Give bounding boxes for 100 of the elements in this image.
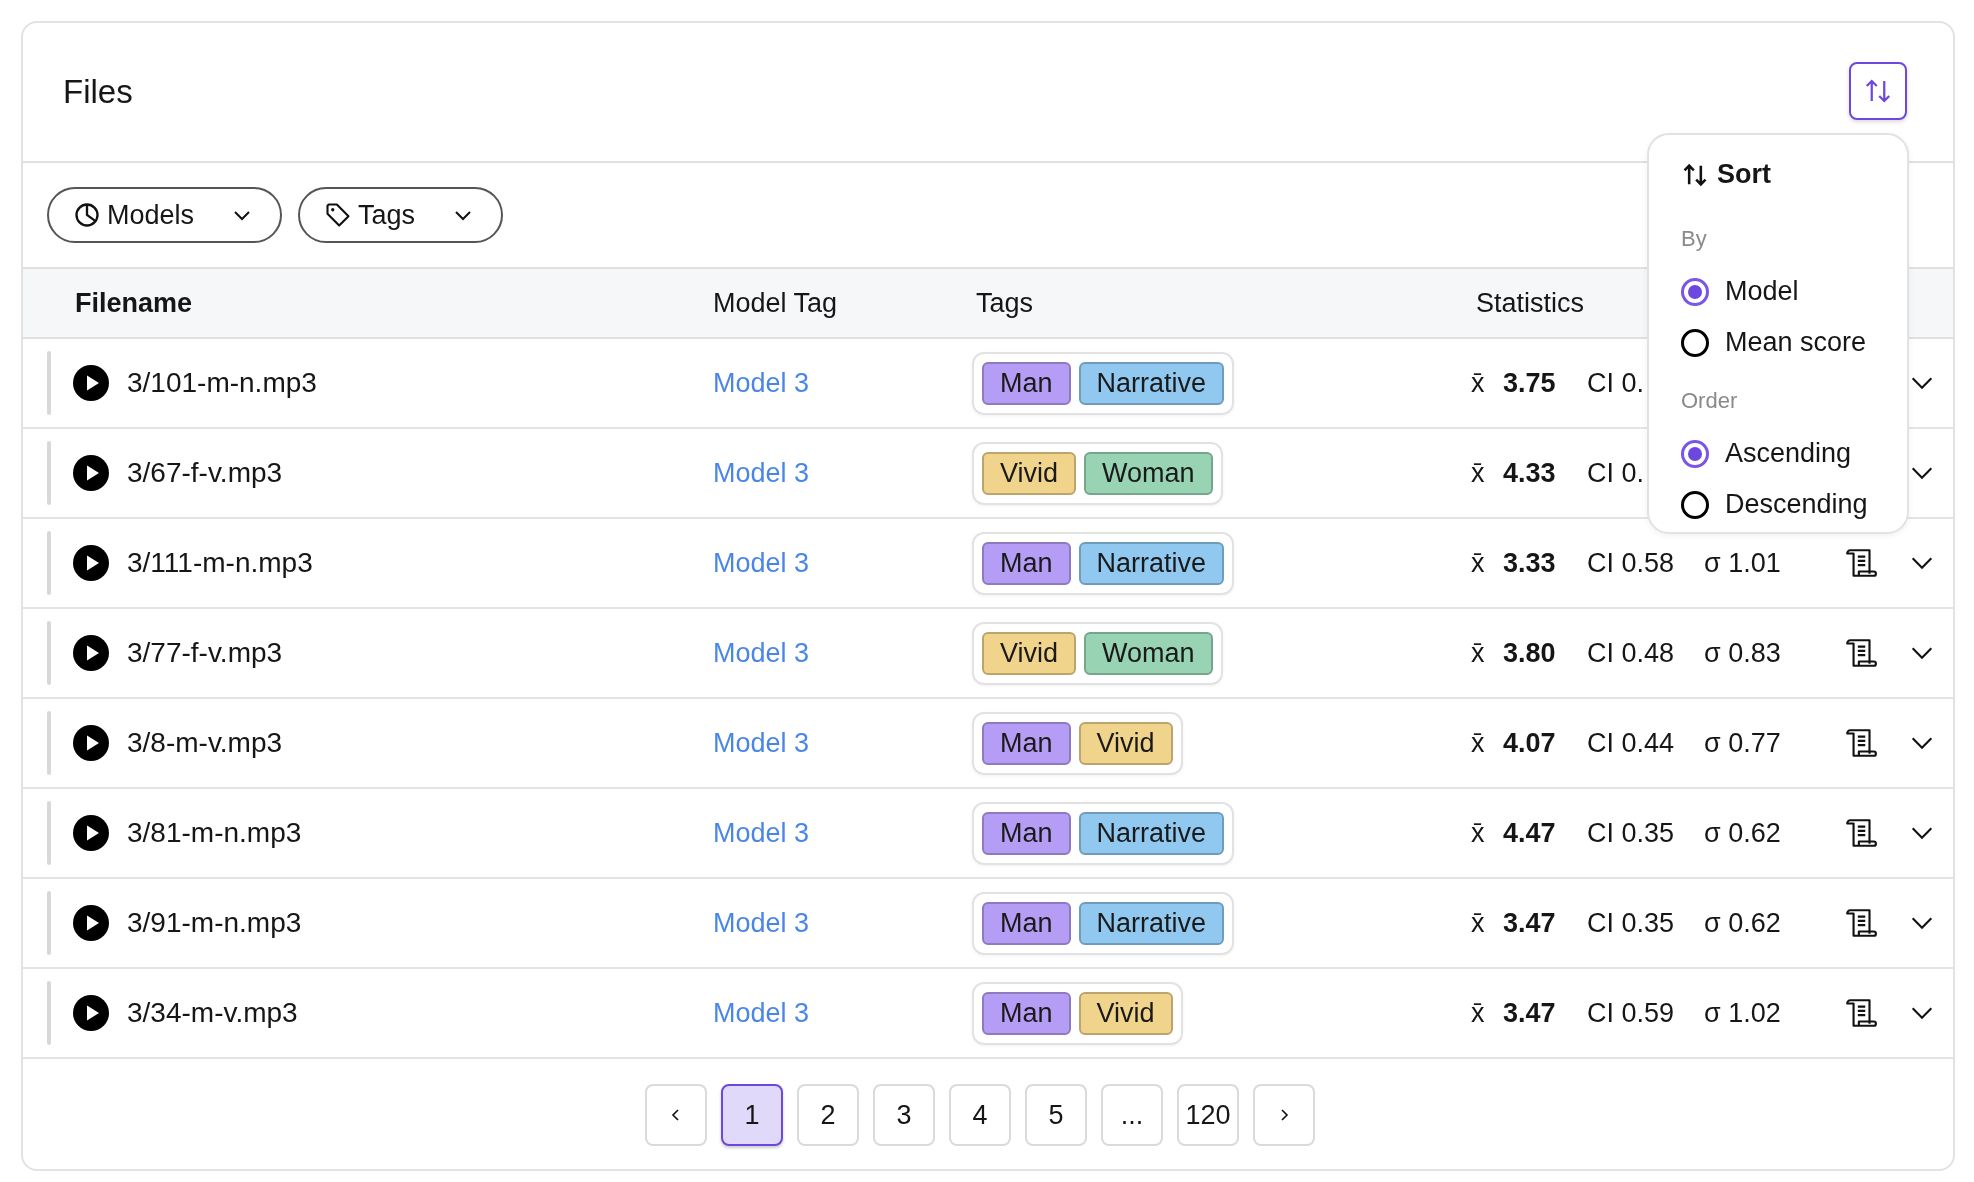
filename: 3/101-m-n.mp3	[127, 367, 317, 399]
mean-symbol: x̄	[1471, 547, 1486, 579]
mean-value: 3.47	[1503, 907, 1557, 939]
model-link[interactable]: Model 3	[713, 997, 810, 1029]
mean-value: 3.47	[1503, 997, 1557, 1029]
filename: 3/8-m-v.mp3	[127, 727, 283, 759]
mean-symbol: x̄	[1471, 907, 1486, 939]
model-link[interactable]: Model 3	[713, 637, 810, 669]
mean-symbol: x̄	[1471, 637, 1486, 669]
filename: 3/77-f-v.mp3	[127, 637, 283, 669]
tag-chip: Narrative	[1078, 541, 1225, 585]
tag-chip: Man	[982, 541, 1071, 585]
model-link[interactable]: Model 3	[713, 547, 810, 579]
column-header: Tags	[976, 287, 1034, 318]
sd-value: σ 1.01	[1704, 547, 1782, 579]
tag-chip: Man	[982, 361, 1071, 405]
column-header: Model Tag	[713, 287, 838, 318]
scroll-icon[interactable]	[1844, 636, 1878, 670]
sort-option[interactable]: Mean score	[1681, 317, 1907, 368]
filename: 3/67-f-v.mp3	[127, 457, 283, 489]
ci-value: CI 0.35	[1587, 907, 1675, 938]
radio-button[interactable]	[1681, 490, 1709, 519]
group-label: By	[1681, 226, 1708, 252]
model-link[interactable]: Model 3	[713, 727, 810, 759]
filter-dropdown[interactable]: Models	[47, 187, 283, 243]
menu-title: Sort	[1717, 159, 1771, 190]
mean-value: 3.80	[1503, 637, 1557, 669]
mean-symbol: x̄	[1471, 457, 1486, 489]
play-icon[interactable]	[73, 725, 109, 761]
page-button[interactable]: 2	[797, 1084, 859, 1146]
sort-option[interactable]: Ascending	[1681, 428, 1907, 479]
model-link[interactable]: Model 3	[713, 907, 810, 939]
filename: 3/111-m-n.mp3	[127, 547, 313, 579]
sd-value: σ 0.62	[1704, 907, 1782, 939]
play-icon[interactable]	[73, 815, 109, 851]
tag-chip: Vivid	[982, 631, 1077, 675]
page-button[interactable]: ...	[1101, 1084, 1163, 1146]
scroll-icon[interactable]	[1844, 996, 1878, 1030]
play-icon[interactable]	[73, 635, 109, 671]
mean-symbol: x̄	[1471, 817, 1486, 849]
tag-chip: Vivid	[982, 451, 1077, 495]
scroll-icon[interactable]	[1844, 816, 1878, 850]
sort-option[interactable]: Model	[1681, 266, 1907, 317]
ci-value: CI 0.	[1587, 367, 1645, 398]
page-button[interactable]: 120	[1177, 1084, 1239, 1146]
scroll-icon[interactable]	[1844, 546, 1878, 580]
filename: 3/81-m-n.mp3	[127, 817, 302, 849]
scroll-icon[interactable]	[1844, 726, 1878, 760]
mean-value: 4.47	[1503, 817, 1557, 849]
sd-value: σ 0.62	[1704, 817, 1782, 849]
group-label: Order	[1681, 388, 1739, 414]
play-icon[interactable]	[73, 455, 109, 491]
filter-dropdown[interactable]: Tags	[298, 187, 504, 243]
filename: 3/34-m-v.mp3	[127, 997, 298, 1029]
ci-value: CI 0.58	[1587, 547, 1675, 578]
mean-value: 3.33	[1503, 547, 1557, 579]
ci-value: CI 0.35	[1587, 817, 1675, 848]
radio-button[interactable]	[1681, 277, 1709, 306]
tag-chip: Narrative	[1078, 361, 1225, 405]
radio-button[interactable]	[1681, 439, 1709, 468]
ci-value: CI 0.44	[1587, 727, 1675, 758]
scroll-icon[interactable]	[1844, 906, 1878, 940]
sd-value: σ 1.02	[1704, 997, 1782, 1029]
page-button[interactable]: 1	[721, 1084, 783, 1146]
tag-chip: Woman	[1084, 451, 1213, 495]
sd-value: σ 0.77	[1704, 727, 1782, 759]
sort-button[interactable]	[1849, 62, 1907, 120]
mean-symbol: x̄	[1471, 997, 1486, 1029]
filename: 3/91-m-n.mp3	[127, 907, 302, 939]
play-icon[interactable]	[73, 545, 109, 581]
tag-chip: Man	[982, 721, 1071, 765]
tag-chip: Woman	[1084, 631, 1213, 675]
model-link[interactable]: Model 3	[713, 367, 810, 399]
mean-value: 4.33	[1503, 457, 1557, 489]
radio-button[interactable]	[1681, 328, 1709, 357]
tag-chip: Man	[982, 991, 1071, 1035]
ci-value: CI 0.48	[1587, 637, 1675, 668]
mean-value: 3.75	[1503, 367, 1557, 399]
column-header: Filename	[75, 287, 193, 318]
sort-option[interactable]: Descending	[1681, 479, 1907, 530]
model-link[interactable]: Model 3	[713, 457, 810, 489]
card-title: Files	[63, 73, 133, 111]
play-icon[interactable]	[73, 365, 109, 401]
tag-chip: Man	[982, 811, 1071, 855]
play-icon[interactable]	[73, 905, 109, 941]
column-header: Statistics	[1476, 287, 1585, 318]
play-icon[interactable]	[73, 995, 109, 1031]
page-button[interactable]: 5	[1025, 1084, 1087, 1146]
tag-chip: Narrative	[1078, 901, 1225, 945]
tag-chip: Narrative	[1078, 811, 1225, 855]
ci-value: CI 0.	[1587, 457, 1645, 488]
mean-value: 4.07	[1503, 727, 1557, 759]
page-button[interactable]: 4	[949, 1084, 1011, 1146]
mean-symbol: x̄	[1471, 727, 1486, 759]
tag-chip: Vivid	[1078, 991, 1173, 1035]
page-button[interactable]: 3	[873, 1084, 935, 1146]
ci-value: CI 0.59	[1587, 997, 1675, 1028]
model-link[interactable]: Model 3	[713, 817, 810, 849]
pie-chart-icon	[73, 201, 101, 229]
mean-symbol: x̄	[1471, 367, 1486, 399]
